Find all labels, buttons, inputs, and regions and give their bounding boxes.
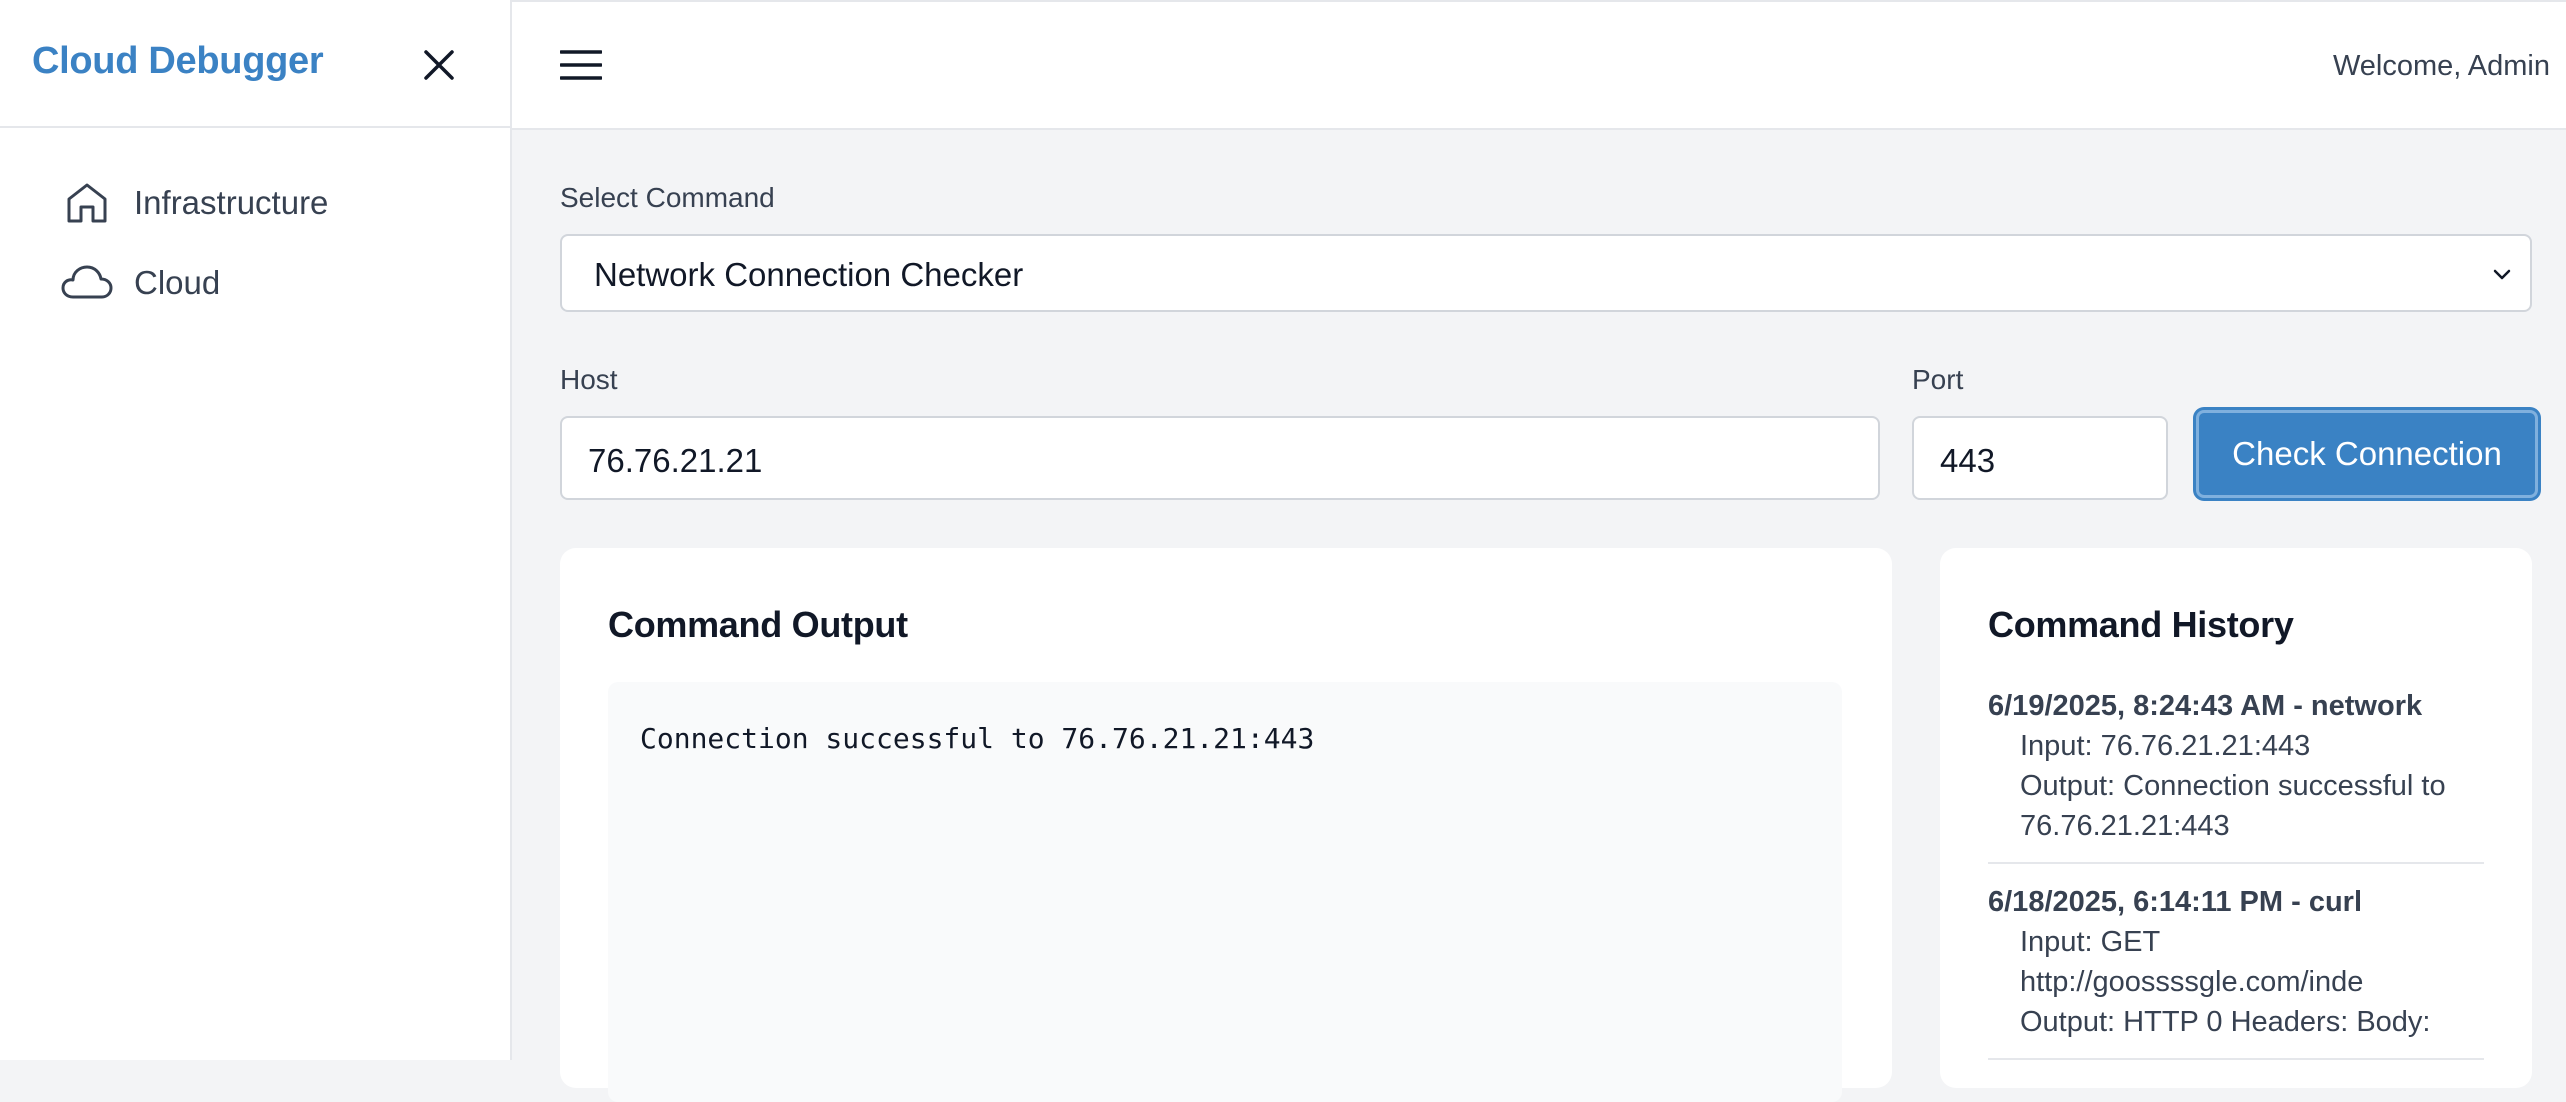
history-item[interactable]: 6/18/2025, 6:14:11 PM - curl Input: GET … bbox=[1988, 882, 2484, 1060]
port-input[interactable]: 443 bbox=[1912, 416, 2168, 500]
menu-toggle-button[interactable] bbox=[558, 42, 604, 88]
host-input-value: 76.76.21.21 bbox=[588, 442, 763, 479]
command-history-title: Command History bbox=[1988, 604, 2294, 645]
cloud-icon bbox=[60, 256, 114, 310]
history-item-input: Input: 76.76.21.21:443 bbox=[2020, 730, 2311, 762]
sidebar-item-label: Cloud bbox=[134, 264, 221, 301]
sidebar: Cloud Debugger Infrastructure Cloud bbox=[0, 0, 512, 1060]
history-item-output: Output: HTTP 0 Headers: Body: bbox=[2020, 1006, 2431, 1038]
history-item-heading: 6/19/2025, 8:24:43 AM - network bbox=[1988, 690, 2423, 722]
close-icon bbox=[424, 50, 454, 80]
command-output-title: Command Output bbox=[608, 604, 908, 645]
sidebar-header: Cloud Debugger bbox=[0, 0, 510, 128]
sidebar-item-infrastructure[interactable]: Infrastructure bbox=[60, 170, 328, 236]
command-select[interactable]: Network Connection Checker bbox=[560, 234, 2532, 312]
home-icon bbox=[60, 176, 114, 230]
top-bar: Welcome, Admin bbox=[512, 0, 2566, 130]
command-select-label: Select Command bbox=[560, 182, 775, 213]
host-label: Host bbox=[560, 364, 618, 395]
command-output-box: Connection successful to 76.76.21.21:443 bbox=[608, 682, 1842, 1102]
history-item[interactable]: 6/19/2025, 8:24:43 AM - network Input: 7… bbox=[1988, 686, 2484, 864]
command-output-text: Connection successful to 76.76.21.21:443 bbox=[640, 722, 1315, 755]
history-item-output: 76.76.21.21:443 bbox=[2020, 810, 2230, 842]
port-input-value: 443 bbox=[1940, 442, 1996, 479]
port-label: Port bbox=[1912, 364, 1964, 395]
chevron-down-icon bbox=[2493, 269, 2511, 280]
history-item-input: Input: GET bbox=[2020, 926, 2161, 958]
close-sidebar-button[interactable] bbox=[414, 40, 464, 90]
host-input[interactable]: 76.76.21.21 bbox=[560, 416, 1880, 500]
command-output-card: Command Output Connection successful to … bbox=[560, 548, 1892, 1102]
check-connection-button[interactable]: Check Connection bbox=[2196, 410, 2538, 498]
welcome-text: Welcome, Admin bbox=[2332, 50, 2550, 82]
command-select-value: Network Connection Checker bbox=[594, 256, 1024, 293]
history-item-input: http://goossssgle.com/inde bbox=[2020, 966, 2364, 998]
sidebar-item-label: Infrastructure bbox=[134, 184, 329, 221]
command-history-list: 6/19/2025, 8:24:43 AM - network Input: 7… bbox=[1988, 686, 2484, 1078]
history-item-heading: 6/18/2025, 6:14:11 PM - curl bbox=[1988, 886, 2362, 918]
hamburger-menu-icon bbox=[560, 50, 602, 80]
command-history-card: Command History 6/19/2025, 8:24:43 AM - … bbox=[1940, 548, 2532, 1088]
sidebar-nav: Infrastructure Cloud bbox=[60, 170, 328, 330]
app-brand[interactable]: Cloud Debugger bbox=[32, 40, 324, 83]
sidebar-item-cloud[interactable]: Cloud bbox=[60, 250, 328, 316]
history-item-output: Output: Connection successful to bbox=[2020, 770, 2446, 802]
